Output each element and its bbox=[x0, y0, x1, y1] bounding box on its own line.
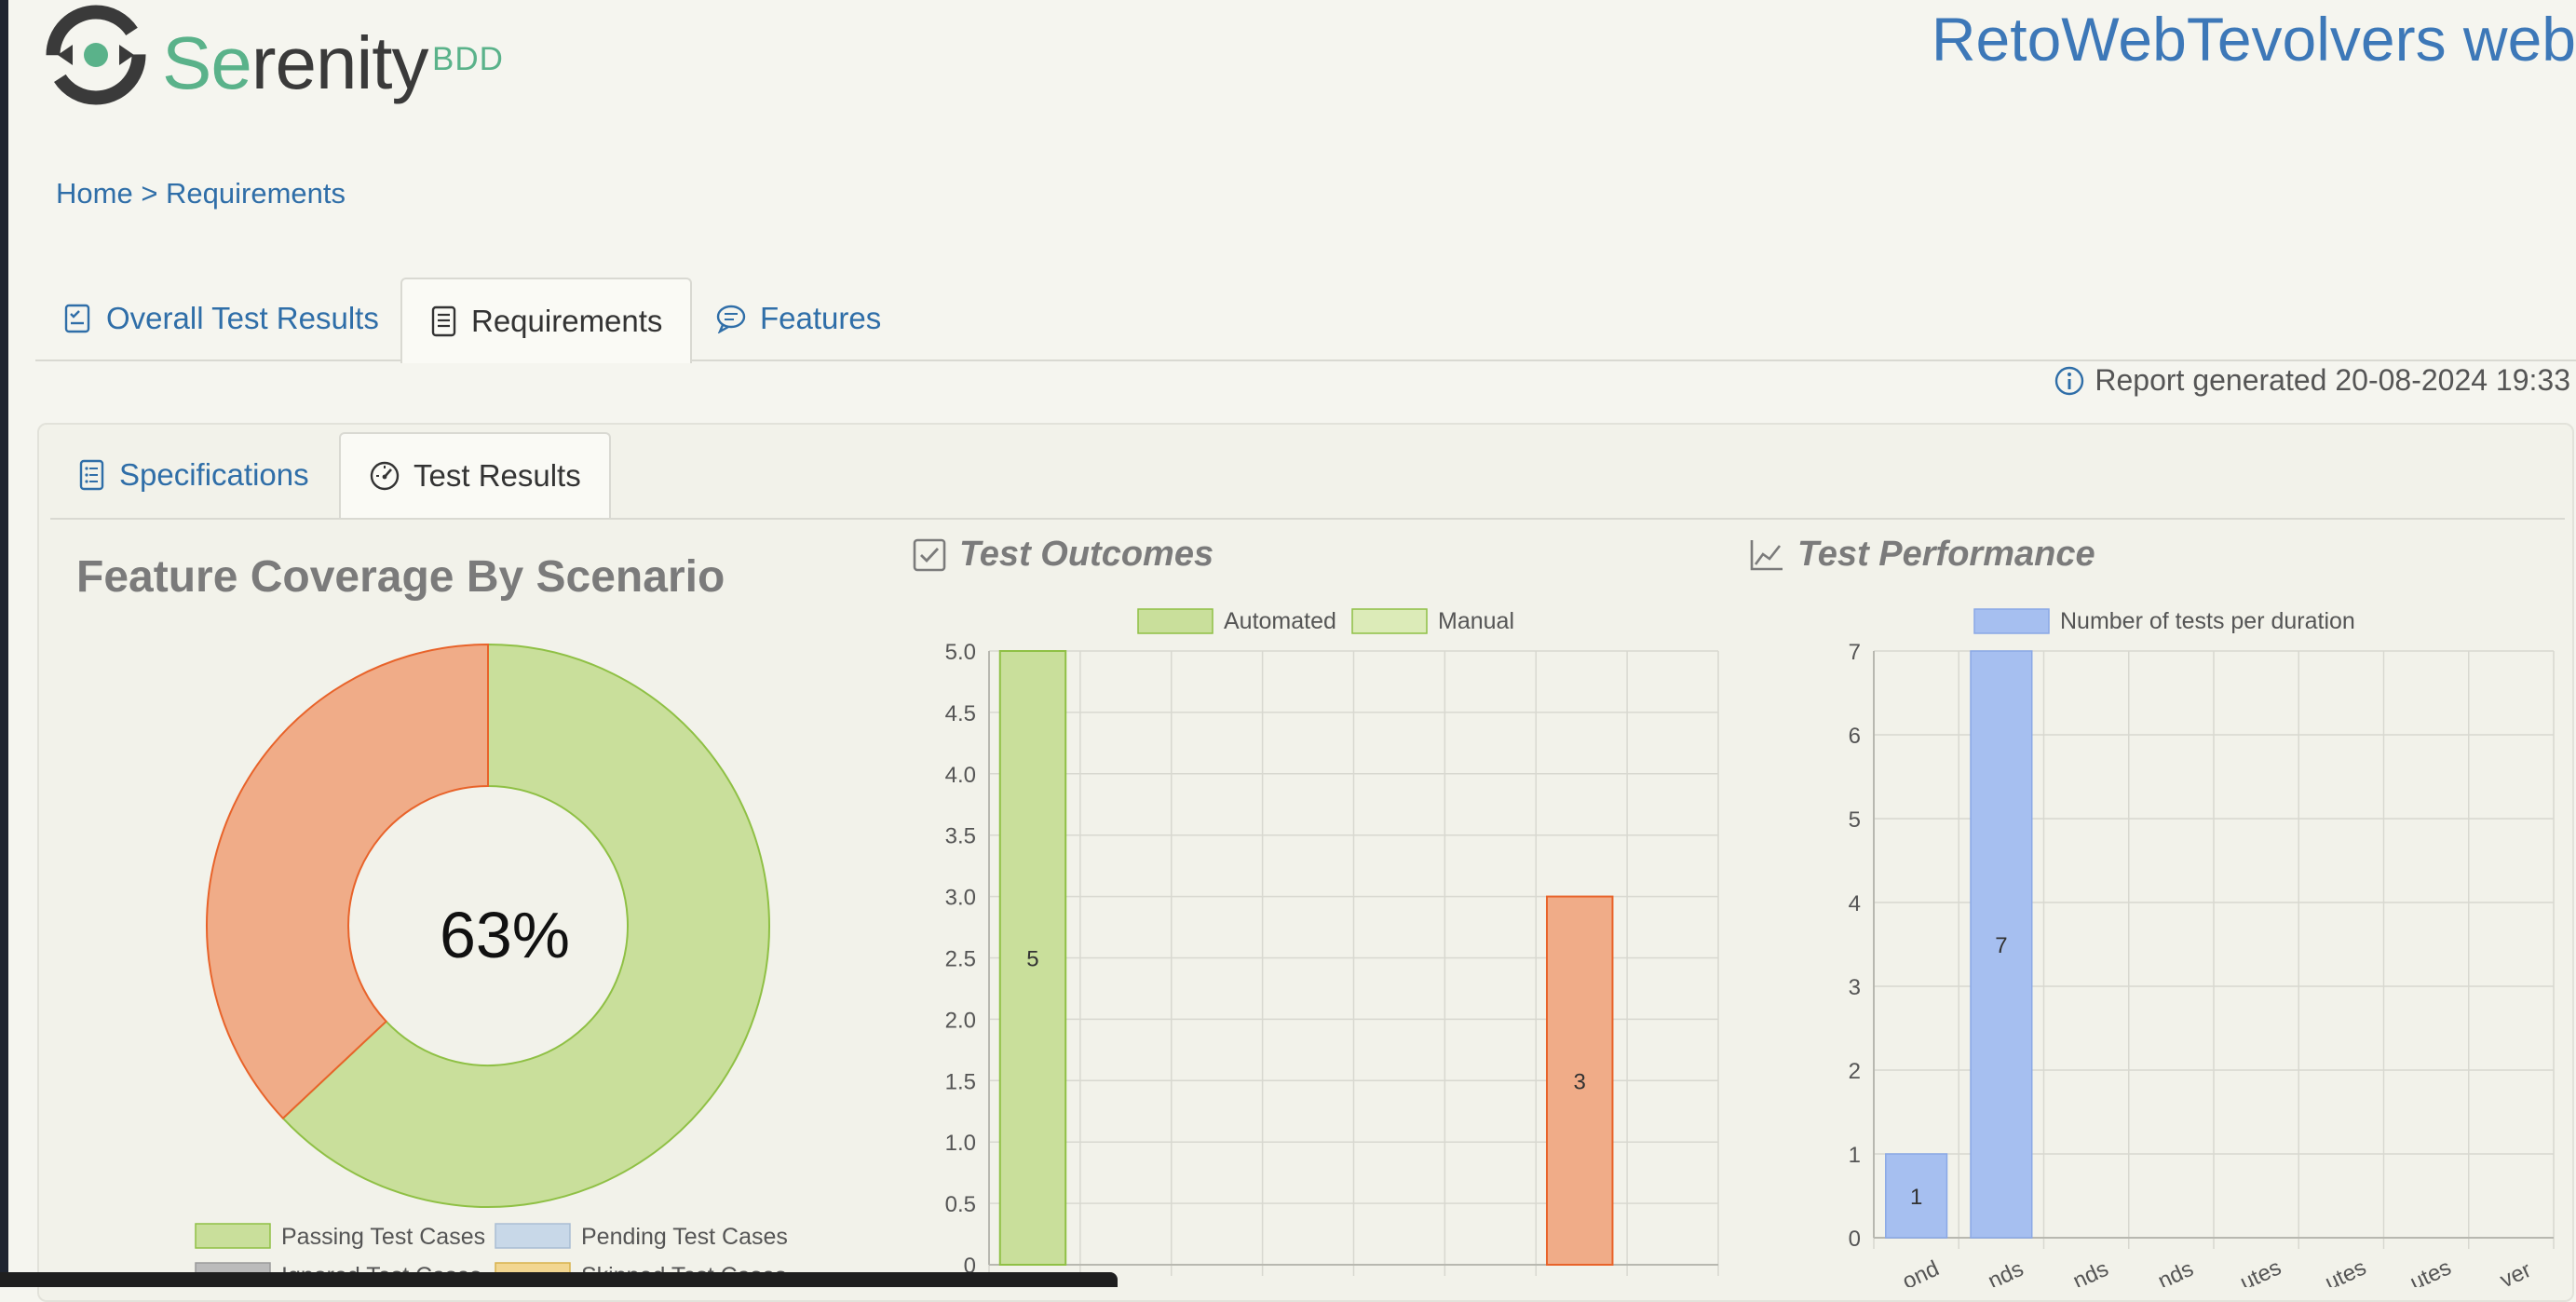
breadcrumb-separator: > bbox=[132, 177, 167, 210]
tab-label: Specifications bbox=[119, 457, 309, 492]
section-title-text: Test Outcomes bbox=[959, 535, 1214, 574]
report-generated: Report generated 20-08-2024 19:33 bbox=[2054, 363, 2570, 398]
logo-wordmark: Serenity bbox=[162, 21, 428, 104]
list-icon bbox=[78, 459, 106, 491]
test-outcomes-title: Test Outcomes bbox=[913, 535, 1213, 575]
main-tabs: Overall Test Results Requirements Featur… bbox=[35, 278, 2576, 363]
gauge-icon bbox=[369, 460, 400, 492]
left-window-edge bbox=[0, 0, 8, 1287]
project-title: RetoWebTevolvers web bbox=[1931, 5, 2576, 74]
tab-specifications[interactable]: Specifications bbox=[50, 432, 337, 518]
breadcrumb-requirements-link[interactable]: Requirements bbox=[166, 177, 346, 210]
tab-label: Overall Test Results bbox=[106, 301, 379, 335]
comments-icon bbox=[715, 304, 747, 333]
tab-features[interactable]: Features bbox=[687, 278, 909, 359]
tab-label: Requirements bbox=[471, 304, 663, 338]
checklist-icon bbox=[63, 303, 93, 334]
tab-overall-test-results[interactable]: Overall Test Results bbox=[35, 278, 407, 359]
sub-tabs: Specifications Test Results bbox=[50, 432, 2565, 520]
tab-test-results[interactable]: Test Results bbox=[339, 432, 611, 518]
serenity-logo[interactable]: Serenity BDD bbox=[45, 4, 529, 106]
serenity-logo-icon bbox=[46, 5, 146, 105]
info-icon bbox=[2054, 365, 2085, 397]
browser-status-bar bbox=[0, 1272, 1118, 1287]
logo-bdd: BDD bbox=[432, 41, 504, 77]
test-performance-title: Test Performance bbox=[1749, 535, 2095, 575]
tab-label: Features bbox=[760, 301, 882, 335]
document-icon bbox=[430, 305, 458, 337]
section-title-text: Test Performance bbox=[1797, 535, 2095, 574]
breadcrumb-home-link[interactable]: Home bbox=[56, 177, 133, 210]
feature-coverage-title: Feature Coverage By Scenario bbox=[76, 552, 725, 602]
tab-label: Test Results bbox=[414, 458, 581, 493]
line-chart-icon bbox=[1749, 538, 1784, 572]
tab-requirements[interactable]: Requirements bbox=[400, 278, 693, 363]
report-generated-text: Report generated 20-08-2024 19:33 bbox=[2095, 363, 2570, 397]
checkbox-icon bbox=[913, 538, 946, 572]
breadcrumb: Home > Requirements bbox=[56, 177, 346, 210]
